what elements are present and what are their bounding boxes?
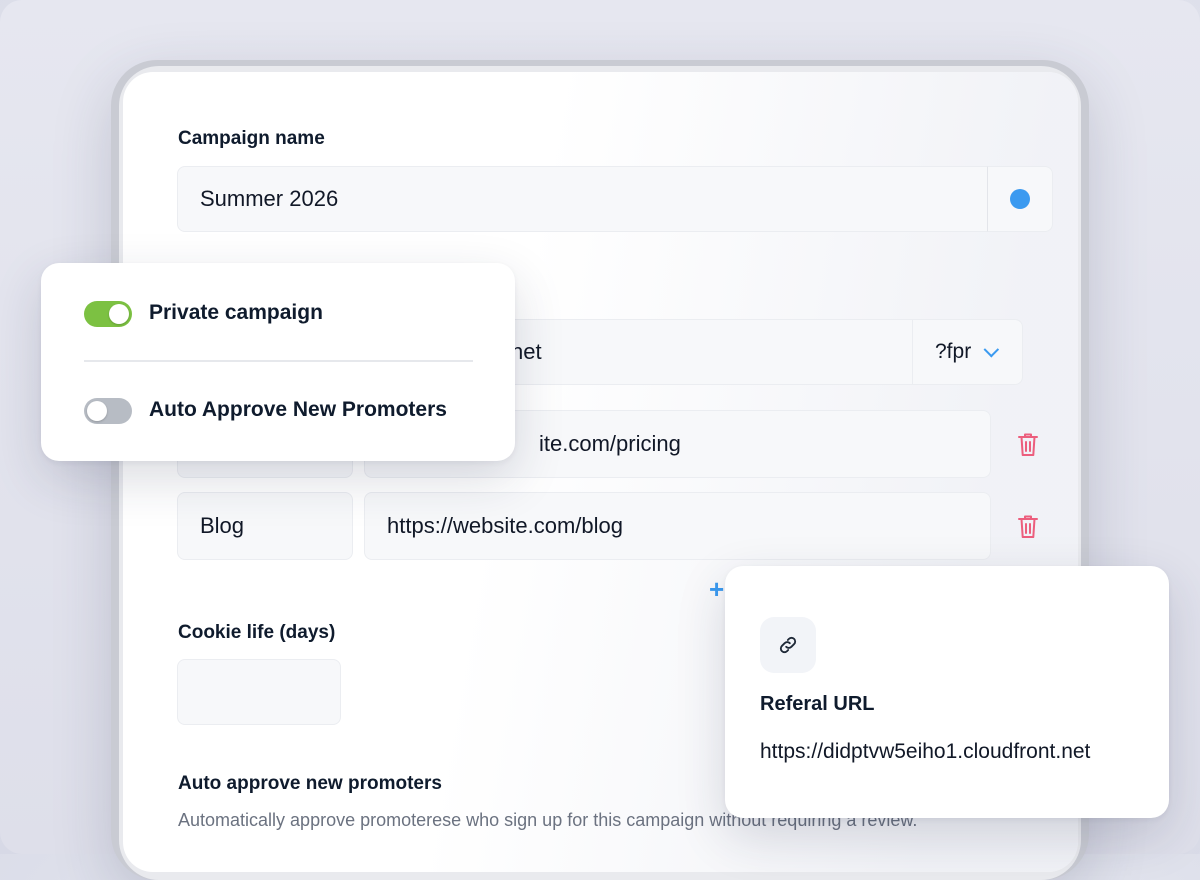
auto-approve-toggle[interactable] <box>84 398 132 424</box>
referral-url-value[interactable]: https://didptvw5eiho1.cloudfront.net <box>760 740 1090 764</box>
url-param-select[interactable]: ?fpr <box>912 319 1023 385</box>
campaign-name-input[interactable]: Summer 2026 <box>177 166 988 232</box>
color-dot-icon <box>1010 189 1030 209</box>
auto-approve-title: Auto approve new promoters <box>178 773 442 794</box>
referral-url-title: Referal URL <box>760 693 875 715</box>
link-icon <box>760 617 816 673</box>
private-campaign-label: Private campaign <box>149 301 323 324</box>
domain-input[interactable]: net <box>480 319 913 385</box>
campaign-color-picker[interactable] <box>987 166 1053 232</box>
link-label-input[interactable]: Blog <box>177 492 353 560</box>
chevron-down-icon <box>983 341 1000 357</box>
link-url-input[interactable]: https://website.com/blog <box>364 492 991 560</box>
auto-approve-label: Auto Approve New Promoters <box>149 398 447 421</box>
campaign-settings-card: Private campaign Auto Approve New Promot… <box>41 263 515 461</box>
cookie-life-label: Cookie life (days) <box>178 622 336 643</box>
cookie-life-input[interactable] <box>177 659 341 725</box>
plus-icon[interactable]: + <box>709 574 724 605</box>
referral-url-card: Referal URL https://didptvw5eiho1.cloudf… <box>725 566 1169 818</box>
trash-icon[interactable] <box>1017 432 1039 458</box>
private-campaign-toggle[interactable] <box>84 301 132 327</box>
trash-icon[interactable] <box>1017 514 1039 540</box>
campaign-name-value: Summer 2026 <box>200 186 339 211</box>
domain-value: net <box>511 339 542 364</box>
url-param-value: ?fpr <box>935 340 972 363</box>
link-url-value: https://website.com/blog <box>387 513 624 538</box>
link-url-value: ite.com/pricing <box>539 431 681 456</box>
campaign-name-label: Campaign name <box>178 128 325 149</box>
link-label-value: Blog <box>200 513 245 538</box>
divider <box>84 360 473 362</box>
